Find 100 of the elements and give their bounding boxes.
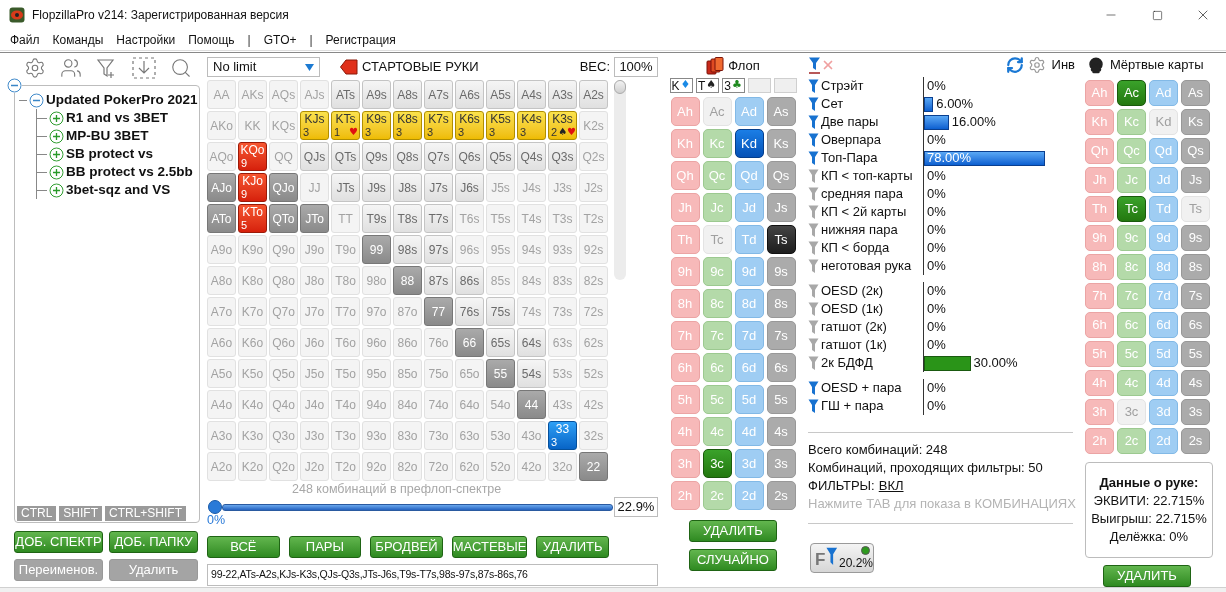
card-button[interactable]: Jh [1085, 167, 1114, 193]
hand-cell[interactable]: Q3s [548, 142, 577, 171]
hand-cell[interactable]: Q8s [393, 142, 422, 171]
funnel-icon[interactable] [808, 283, 819, 299]
hand-cell[interactable]: J2o [300, 452, 329, 481]
card-button[interactable]: Th [1085, 196, 1114, 222]
filter-label[interactable]: 2к БДФД [821, 353, 923, 373]
hand-cell[interactable]: 64s [517, 328, 546, 357]
hand-cell[interactable]: AJo [207, 173, 236, 202]
hand-cell[interactable]: 82s [579, 266, 608, 295]
hand-cell[interactable]: J5o [300, 359, 329, 388]
hand-cell[interactable]: A3o [207, 421, 236, 450]
filter-label[interactable]: OESD + пара [821, 378, 923, 398]
card-button[interactable]: 8d [1149, 254, 1178, 280]
card-button[interactable]: 4d [734, 417, 764, 446]
card-button[interactable]: Td [1149, 196, 1178, 222]
hand-cell[interactable]: 93s [548, 235, 577, 264]
minus-circle-icon[interactable] [7, 78, 22, 93]
hand-cell[interactable]: J9o [300, 235, 329, 264]
hand-cell[interactable]: 94s [517, 235, 546, 264]
funnel-icon[interactable] [808, 186, 819, 202]
hand-cell[interactable]: 95s [486, 235, 515, 264]
hand-cell[interactable]: 65o [455, 359, 484, 388]
hand-cell[interactable]: 86s [455, 266, 484, 295]
hand-cell[interactable]: T3s [548, 204, 577, 233]
hand-cell[interactable]: 33 3 [548, 421, 577, 450]
hand-cell[interactable]: ATs [331, 80, 360, 109]
range-button[interactable]: УДАЛИТЬ [536, 536, 609, 558]
hand-cell[interactable]: QQ [269, 142, 298, 171]
weight-field[interactable]: 100% [614, 57, 658, 77]
card-button[interactable]: Ac [1117, 80, 1146, 106]
hand-cell[interactable]: KJo 9 [238, 173, 267, 202]
dead-clear-button[interactable]: УДАЛИТЬ [1103, 565, 1191, 587]
funnel-icon[interactable] [808, 380, 819, 396]
card-button[interactable]: Ah [670, 97, 700, 126]
hand-cell[interactable]: 97o [362, 297, 391, 326]
settings-icon[interactable] [24, 57, 46, 79]
card-button[interactable]: 6d [1149, 312, 1178, 338]
card-button[interactable]: 2c [702, 481, 732, 510]
hand-cell[interactable]: KTo 5 [238, 204, 267, 233]
hand-cell[interactable]: KJs 3 [300, 111, 329, 140]
hand-cell[interactable]: 54s [517, 359, 546, 388]
hand-cell[interactable]: K2o [238, 452, 267, 481]
card-button[interactable]: 6c [1117, 312, 1146, 338]
settings-icon[interactable] [1027, 56, 1046, 74]
filter-label[interactable]: OESD (2к) [821, 281, 923, 301]
hand-cell[interactable]: AQs [269, 80, 298, 109]
hand-cell[interactable]: K2s [579, 111, 608, 140]
card-button[interactable]: Qc [1117, 138, 1146, 164]
people-icon[interactable] [60, 57, 82, 79]
hand-cell[interactable]: 82o [393, 452, 422, 481]
hand-cell[interactable]: J8o [300, 266, 329, 295]
card-button[interactable]: 3c [702, 449, 732, 478]
hand-cell[interactable]: A7s [424, 80, 453, 109]
card-button[interactable]: 9s [1181, 225, 1210, 251]
menu-item[interactable]: Регистрация [325, 31, 396, 49]
filter-toggle-button[interactable]: F 20.2% [810, 543, 874, 573]
hand-cell[interactable]: Q5o [269, 359, 298, 388]
hand-cell[interactable]: JTs [331, 173, 360, 202]
panel-button[interactable]: ДОБ. ПАПКУ [109, 531, 198, 553]
filter-label[interactable]: OESD (1к) [821, 299, 923, 319]
card-button[interactable]: Kh [1085, 109, 1114, 135]
hand-cell[interactable]: 85s [486, 266, 515, 295]
menu-item[interactable]: Команды [52, 31, 104, 49]
hand-cell[interactable]: 76s [455, 297, 484, 326]
card-button[interactable]: Kc [1117, 109, 1146, 135]
card-button[interactable]: 5s [766, 385, 796, 414]
hand-cell[interactable]: Q5s [486, 142, 515, 171]
hand-cell[interactable]: A6o [207, 328, 236, 357]
hand-cell[interactable]: Q4s [517, 142, 546, 171]
hand-cell[interactable]: J9s [362, 173, 391, 202]
filter-label[interactable]: ГШ + пара [821, 396, 923, 416]
hand-cell[interactable]: AJs [300, 80, 329, 109]
hand-cell[interactable]: T6o [331, 328, 360, 357]
card-button[interactable]: Qh [1085, 138, 1114, 164]
hand-cell[interactable]: KQo 9 [238, 142, 267, 171]
card-button[interactable]: As [766, 97, 796, 126]
hand-cell[interactable]: KK [238, 111, 267, 140]
funnel-icon[interactable] [808, 150, 819, 166]
card-button[interactable]: 3d [734, 449, 764, 478]
hand-cell[interactable]: A6s [455, 80, 484, 109]
card-button[interactable]: 7d [734, 321, 764, 350]
funnel-icon[interactable] [808, 240, 819, 256]
funnel-icon[interactable] [808, 301, 819, 317]
hand-cell[interactable]: Q6s [455, 142, 484, 171]
funnel-icon[interactable] [808, 337, 819, 353]
plus-circle-icon[interactable] [49, 164, 64, 180]
hand-cell[interactable]: A2o [207, 452, 236, 481]
card-button[interactable]: 9h [1085, 225, 1114, 251]
funnel-icon[interactable] [808, 204, 819, 220]
card-button[interactable]: 8h [670, 289, 700, 318]
card-button[interactable]: Jc [702, 193, 732, 222]
hand-cell[interactable]: 98s [393, 235, 422, 264]
hand-cell[interactable]: QTo [269, 204, 298, 233]
hand-cell[interactable]: K3s 2♠♥ [548, 111, 577, 140]
hand-cell[interactable]: T7s [424, 204, 453, 233]
percent-field[interactable]: 22.9% [614, 497, 658, 517]
hand-cell[interactable]: 95o [362, 359, 391, 388]
hand-cell[interactable]: Q9o [269, 235, 298, 264]
menu-item[interactable]: Настройки [116, 31, 176, 49]
